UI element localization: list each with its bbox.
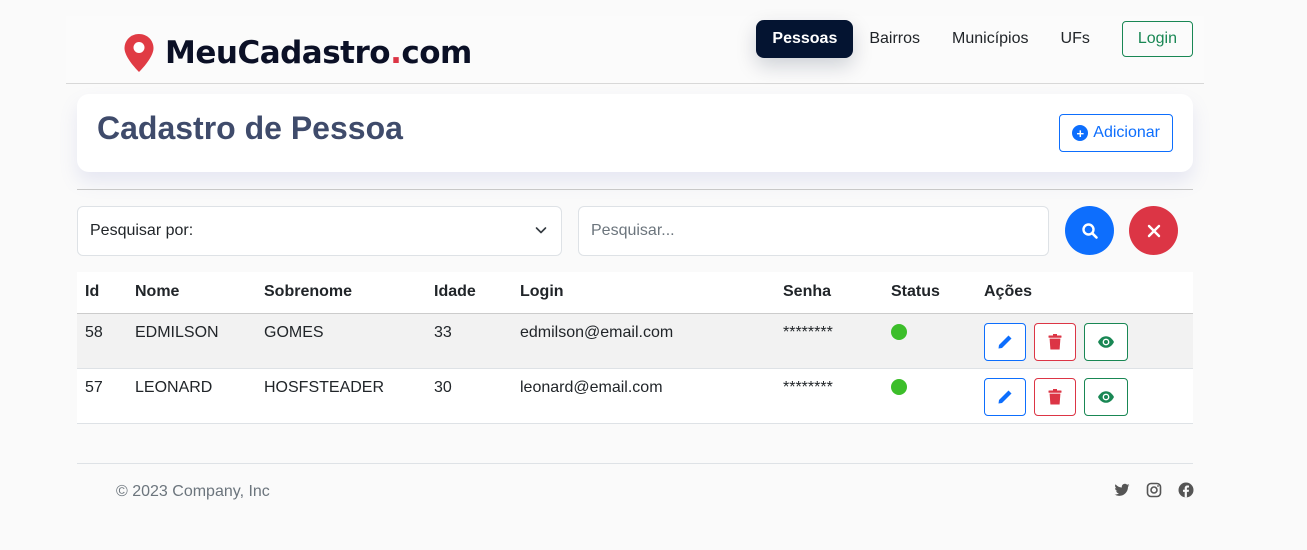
cell-id: 57 — [77, 368, 127, 424]
cell-id: 58 — [77, 313, 127, 369]
instagram-icon[interactable] — [1146, 482, 1162, 498]
col-sobrenome: Sobrenome — [256, 272, 426, 314]
table-header-row: Id Nome Sobrenome Idade Login Senha Stat… — [77, 272, 1193, 314]
login-button[interactable]: Login — [1121, 21, 1193, 57]
close-icon — [1147, 224, 1160, 237]
cell-nome: EDMILSON — [127, 313, 256, 369]
divider — [77, 189, 1193, 190]
plus-circle-icon: + — [1072, 125, 1089, 141]
eye-icon — [1098, 335, 1114, 348]
search-input[interactable] — [578, 206, 1049, 256]
copyright-text: © 2023 Company, Inc — [116, 483, 270, 500]
cell-login: leonard@email.com — [512, 368, 775, 424]
edit-button[interactable] — [984, 377, 1026, 416]
cell-sobrenome: HOSFSTEADER — [256, 368, 426, 424]
table-row: 58 EDMILSON GOMES 33 edmilson@email.com … — [77, 313, 1193, 369]
header: MeuCadastro.com Pessoas Bairros Municípi… — [66, 16, 1204, 84]
cell-nome: LEONARD — [127, 368, 256, 424]
col-idade: Idade — [426, 272, 512, 314]
cell-idade: 33 — [426, 313, 512, 369]
view-button[interactable] — [1084, 377, 1128, 416]
search-button[interactable] — [1065, 206, 1114, 255]
cell-senha: ******** — [775, 313, 883, 369]
brand-name: MeuCadastro.com — [165, 35, 472, 71]
delete-button[interactable] — [1034, 377, 1076, 416]
cell-idade: 30 — [426, 368, 512, 424]
add-button-label: Adicionar — [1093, 124, 1160, 141]
status-active-indicator — [891, 323, 907, 340]
col-senha: Senha — [775, 272, 883, 314]
eye-icon — [1098, 390, 1114, 403]
trash-icon — [1048, 333, 1062, 349]
cell-sobrenome: GOMES — [256, 313, 426, 369]
chevron-down-icon — [535, 227, 547, 234]
cell-actions — [976, 368, 1193, 424]
brand-logo[interactable]: MeuCadastro.com — [123, 33, 472, 73]
edit-button[interactable] — [984, 322, 1026, 361]
search-by-label: Pesquisar por: — [90, 222, 194, 239]
nav-municipios[interactable]: Municípios — [936, 20, 1044, 58]
col-acoes: Ações — [976, 272, 1193, 314]
col-nome: Nome — [127, 272, 256, 314]
delete-button[interactable] — [1034, 322, 1076, 361]
map-pin-icon — [124, 34, 154, 72]
title-card: Cadastro de Pessoa + Adicionar — [77, 94, 1193, 172]
nav-bairros[interactable]: Bairros — [853, 20, 936, 58]
nav-pessoas[interactable]: Pessoas — [756, 20, 854, 58]
people-table: Id Nome Sobrenome Idade Login Senha Stat… — [77, 272, 1193, 424]
col-id: Id — [77, 272, 127, 314]
cell-login: edmilson@email.com — [512, 313, 775, 369]
add-button[interactable]: + Adicionar — [1059, 114, 1173, 152]
clear-button[interactable] — [1129, 206, 1178, 255]
pencil-icon — [998, 335, 1012, 348]
col-status: Status — [883, 272, 976, 314]
footer-divider — [77, 463, 1193, 464]
page-title: Cadastro de Pessoa — [97, 110, 403, 146]
view-button[interactable] — [1084, 322, 1128, 361]
table-row: 57 LEONARD HOSFSTEADER 30 leonard@email.… — [77, 368, 1193, 424]
twitter-icon[interactable] — [1114, 482, 1130, 498]
cell-actions — [976, 313, 1193, 369]
facebook-icon[interactable] — [1178, 482, 1194, 498]
cell-status — [883, 313, 976, 369]
social-links — [1114, 482, 1194, 498]
search-icon — [1081, 222, 1098, 239]
col-login: Login — [512, 272, 775, 314]
search-by-select[interactable]: Pesquisar por: — [77, 206, 562, 256]
cell-senha: ******** — [775, 368, 883, 424]
main-nav: Pessoas Bairros Municípios UFs Login — [756, 20, 1204, 58]
cell-status — [883, 368, 976, 424]
pencil-icon — [998, 390, 1012, 403]
nav-ufs[interactable]: UFs — [1045, 20, 1106, 58]
trash-icon — [1048, 388, 1062, 404]
status-active-indicator — [891, 378, 907, 395]
